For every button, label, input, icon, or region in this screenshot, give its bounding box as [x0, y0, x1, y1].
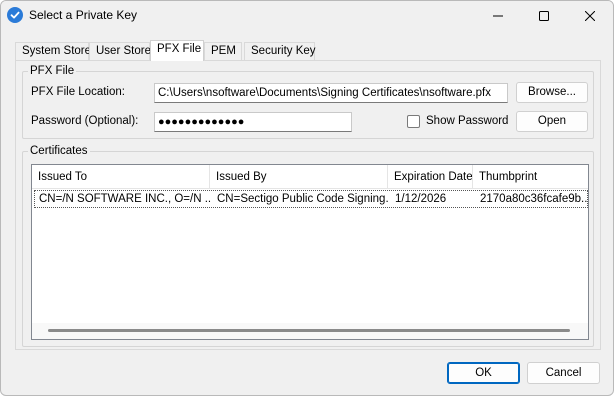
table-row[interactable]: CN=/N SOFTWARE INC., O=/N ... CN=Sectigo…: [34, 190, 588, 208]
open-button[interactable]: Open: [516, 111, 588, 132]
horizontal-scrollbar[interactable]: [32, 323, 588, 339]
pfx-file-group-label: PFX File: [28, 64, 77, 78]
cell-expiration: 1/12/2026: [395, 193, 447, 205]
column-issued-to[interactable]: Issued To: [32, 165, 210, 189]
dialog-window: Select a Private Key System Store User S…: [0, 0, 614, 396]
column-thumbprint[interactable]: Thumbprint: [473, 165, 588, 189]
tab-pfx-file[interactable]: PFX File: [150, 40, 204, 61]
cell-issued-by: CN=Sectigo Public Code Signing...: [217, 193, 389, 205]
tab-user-store[interactable]: User Store: [89, 42, 151, 61]
maximize-button[interactable]: [521, 1, 567, 31]
password-label: Password (Optional):: [31, 115, 139, 127]
tab-panel: PFX File PFX File Location: C:\Users\nso…: [15, 60, 601, 350]
minimize-icon: [493, 15, 503, 17]
tab-security-key[interactable]: Security Key: [244, 42, 316, 61]
close-button[interactable]: [567, 1, 613, 31]
show-password-checkbox[interactable]: [407, 115, 420, 128]
app-check-icon: [7, 7, 23, 23]
close-icon: [585, 11, 595, 21]
minimize-button[interactable]: [475, 1, 521, 31]
cell-issued-to: CN=/N SOFTWARE INC., O=/N ...: [39, 193, 211, 205]
certificates-group-label: Certificates: [28, 144, 90, 158]
tab-system-store[interactable]: System Store: [15, 42, 91, 61]
column-expiration-date[interactable]: Expiration Date: [388, 165, 473, 189]
maximize-icon: [539, 11, 549, 21]
scrollbar-thumb[interactable]: [48, 329, 570, 332]
certificates-group: Certificates Issued To Issued By Expirat…: [22, 144, 594, 347]
list-header: Issued To Issued By Expiration Date Thum…: [32, 165, 588, 189]
browse-button[interactable]: Browse...: [516, 82, 588, 103]
title-bar: Select a Private Key: [1, 1, 613, 31]
password-input[interactable]: ●●●●●●●●●●●●●: [154, 112, 352, 132]
window-title: Select a Private Key: [29, 8, 138, 22]
tab-pem[interactable]: PEM: [204, 42, 242, 61]
cancel-button[interactable]: Cancel: [527, 362, 600, 384]
column-issued-by[interactable]: Issued By: [210, 165, 388, 189]
pfx-file-group: PFX File PFX File Location: C:\Users\nso…: [22, 64, 594, 139]
cell-thumbprint: 2170a80c36fcafe9b...: [480, 193, 588, 205]
show-password-label: Show Password: [426, 115, 509, 127]
pfx-location-input[interactable]: C:\Users\nsoftware\Documents\Signing Cer…: [154, 83, 508, 103]
ok-button[interactable]: OK: [447, 362, 520, 384]
pfx-location-label: PFX File Location:: [31, 86, 125, 98]
certificates-list[interactable]: Issued To Issued By Expiration Date Thum…: [31, 164, 589, 340]
